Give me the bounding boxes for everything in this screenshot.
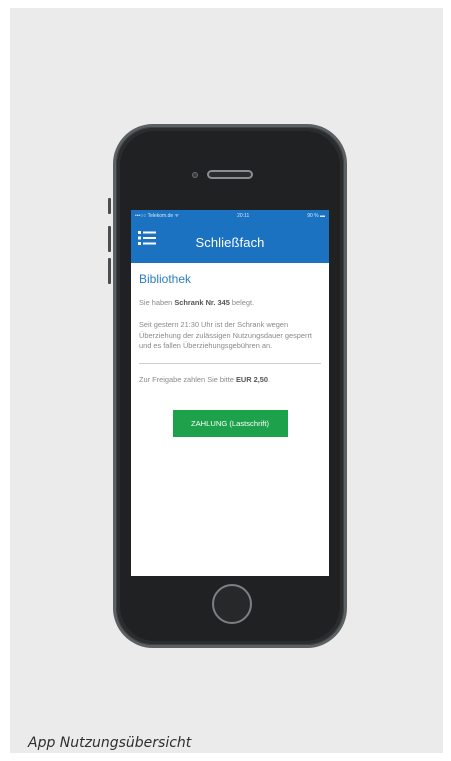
locker-info-suffix: belegt. — [229, 298, 255, 307]
phone-screen: •••○○ Telekom.de ᯤ 20:11 90 % ▬ Schließf… — [131, 210, 329, 576]
carrier-label: •••○○ Telekom.de ᯤ — [135, 212, 180, 219]
section-title: Bibliothek — [139, 272, 192, 286]
locker-number: Schrank Nr. 345 — [174, 298, 230, 307]
volume-up-button — [108, 226, 111, 252]
main-content: Bibliothek Sie haben Schrank Nr. 345 bel… — [131, 263, 329, 438]
locker-info-text: Sie haben Schrank Nr. 345 belegt. — [139, 298, 321, 308]
status-bar: •••○○ Telekom.de ᯤ 20:11 90 % ▬ — [131, 210, 329, 221]
divider — [139, 362, 321, 364]
figure-caption: App Nutzungsübersicht — [28, 735, 192, 751]
nav-bar: Schließfach — [131, 221, 329, 263]
clock: 20:11 — [237, 212, 250, 219]
earpiece-speaker — [207, 170, 253, 179]
nav-title: Schließfach — [195, 234, 265, 250]
payment-prefix: Zur Freigabe zahlen Sie bitte — [139, 374, 236, 384]
mute-switch — [108, 198, 111, 214]
list-menu-icon[interactable] — [138, 230, 156, 246]
volume-down-button — [108, 258, 111, 284]
home-button[interactable] — [212, 584, 252, 624]
overdue-notice-text: Seit gestern 21:30 Uhr ist der Schrank w… — [139, 320, 312, 351]
battery-indicator: 90 % ▬ — [307, 212, 325, 219]
payment-suffix: . — [268, 374, 271, 384]
payment-amount-text: Zur Freigabe zahlen Sie bitte EUR 2,50. — [139, 375, 321, 385]
front-camera — [192, 172, 198, 178]
pay-button[interactable]: ZAHLUNG (Lastschrift) — [172, 410, 288, 438]
payment-amount: EUR 2,50 — [235, 374, 268, 384]
locker-info-prefix: Sie haben — [139, 298, 175, 307]
